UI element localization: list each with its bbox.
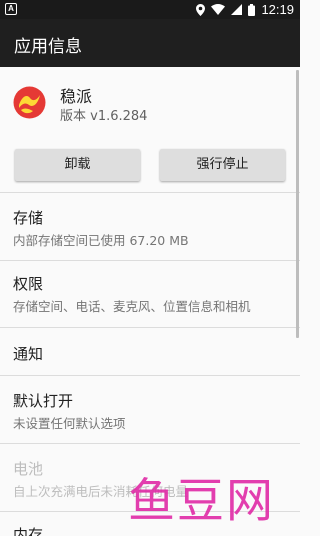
- storage-row-subtitle: 内部存储空间已使用 67.20 MB: [13, 233, 189, 248]
- memory-row-title[interactable]: 内存: [13, 524, 43, 536]
- watermark-logo: 鱼豆网: [128, 474, 275, 529]
- divider: [0, 443, 300, 444]
- app-bar: 应用信息: [0, 19, 300, 67]
- notification-a-icon: A: [5, 3, 17, 15]
- divider: [0, 192, 300, 193]
- divider: [0, 375, 300, 376]
- app-name: 稳派: [60, 87, 93, 106]
- divider: [0, 327, 300, 328]
- status-bar: A 12:19: [0, 0, 300, 19]
- app-version: 版本 v1.6.284: [60, 109, 148, 124]
- notifications-row-title[interactable]: 通知: [13, 343, 43, 364]
- divider: [0, 260, 300, 261]
- permissions-row-subtitle: 存储空间、电话、麦克风、位置信息和相机: [13, 299, 251, 314]
- open-by-default-row-title[interactable]: 默认打开: [13, 390, 73, 411]
- signal-icon: [231, 4, 243, 15]
- storage-row-title[interactable]: 存储: [13, 207, 43, 228]
- battery-icon: [248, 3, 256, 16]
- open-by-default-row-subtitle: 未设置任何默认选项: [13, 416, 126, 431]
- wenpai-app-icon: [13, 86, 46, 119]
- wifi-icon: [211, 4, 226, 15]
- permissions-row-title[interactable]: 权限: [13, 273, 43, 294]
- uninstall-button[interactable]: 卸载: [15, 149, 140, 181]
- force-stop-button[interactable]: 强行停止: [160, 149, 285, 181]
- scrollbar[interactable]: [296, 70, 299, 338]
- page-title: 应用信息: [14, 37, 82, 57]
- location-icon: [196, 3, 206, 16]
- clock: 12:19: [261, 2, 294, 17]
- status-icons: 12:19: [196, 0, 294, 19]
- battery-row-title: 电池: [13, 460, 44, 478]
